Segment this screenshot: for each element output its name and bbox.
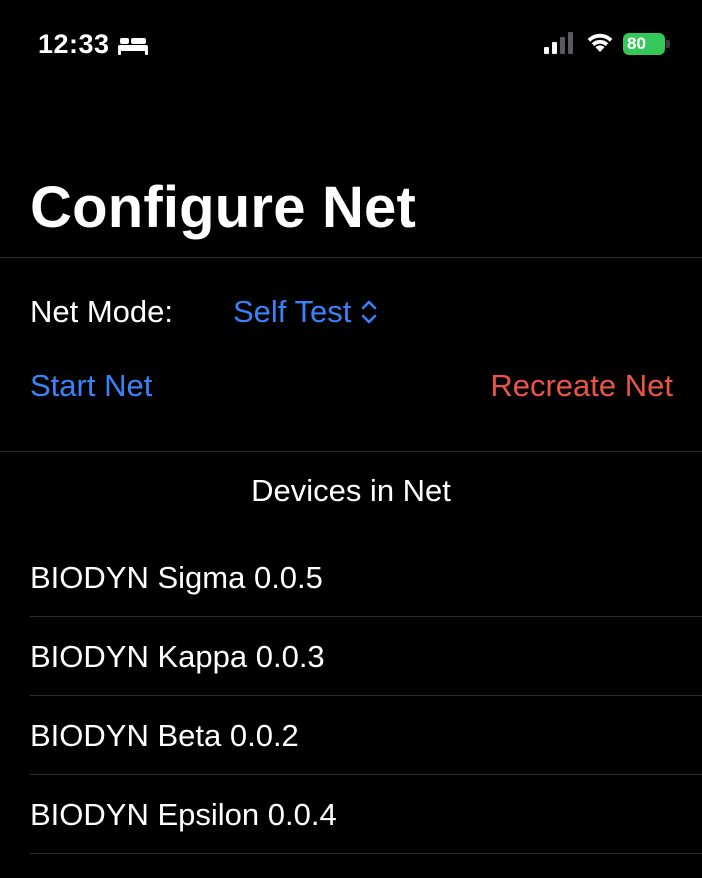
device-row[interactable]: BIODYN Sigma 0.0.5 [0,538,702,617]
bed-icon [118,38,148,55]
device-row[interactable]: BIODYN Kappa 0.0.3 [0,617,702,696]
battery-body: 80 [623,33,665,55]
section-divider [0,451,702,452]
devices-section-header: Devices in Net [251,473,451,508]
cellular-signal-icon [544,32,573,54]
net-mode-label: Net Mode: [30,294,174,329]
status-time: 12:33 [38,29,110,59]
battery-icon: 80 [623,33,671,55]
page-title: Configure Net [30,175,417,240]
battery-level: 80 [627,34,646,53]
recreate-net-button[interactable]: Recreate Net [490,366,673,406]
device-list: BIODYN Sigma 0.0.5 BIODYN Kappa 0.0.3 BI… [0,538,702,854]
chevron-up-down-icon [362,300,377,324]
title-divider [0,257,702,258]
start-net-button[interactable]: Start Net [30,366,152,406]
device-label: BIODYN Sigma 0.0.5 [30,560,323,595]
battery-cap [666,40,670,48]
device-row[interactable]: BIODYN Epsilon 0.0.4 [0,775,702,854]
device-label: BIODYN Beta 0.0.2 [30,718,299,753]
device-label: BIODYN Epsilon 0.0.4 [30,797,337,832]
net-mode-picker[interactable]: Self Test [233,292,379,332]
status-bar: 12:33 80 [0,0,702,90]
row-separator [30,853,702,854]
net-mode-value: Self Test [233,294,352,329]
wifi-icon [587,33,613,52]
device-label: BIODYN Kappa 0.0.3 [30,639,325,674]
device-row[interactable]: BIODYN Beta 0.0.2 [0,696,702,775]
